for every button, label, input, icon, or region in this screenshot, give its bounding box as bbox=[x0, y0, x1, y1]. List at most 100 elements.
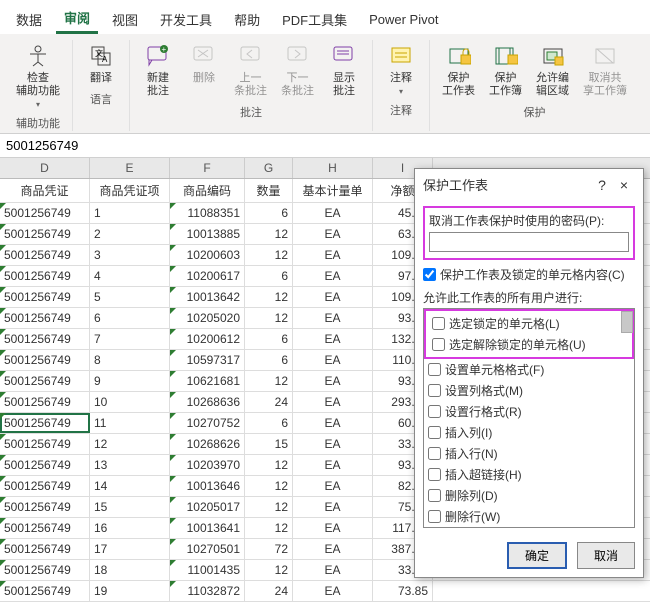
cell[interactable]: 5001256749 bbox=[0, 392, 90, 412]
col-head-G[interactable]: G bbox=[245, 158, 293, 178]
tab-审阅[interactable]: 审阅 bbox=[56, 4, 98, 34]
cell[interactable]: 16 bbox=[90, 518, 170, 538]
cell[interactable]: 24 bbox=[245, 581, 293, 601]
tab-开发工具[interactable]: 开发工具 bbox=[152, 6, 220, 33]
close-button[interactable]: × bbox=[613, 177, 635, 193]
cell[interactable]: 5001256749 bbox=[0, 560, 90, 580]
cell[interactable]: 10013646 bbox=[170, 476, 245, 496]
cell[interactable]: 6 bbox=[90, 308, 170, 328]
header-cell[interactable]: 商品凭证项 bbox=[90, 179, 170, 202]
translate-button[interactable]: 文A 翻译 bbox=[81, 40, 121, 87]
cell[interactable]: 10597317 bbox=[170, 350, 245, 370]
header-cell[interactable]: 商品编码 bbox=[170, 179, 245, 202]
permission-item[interactable]: 选定解除锁定的单元格(U) bbox=[428, 334, 630, 355]
cell[interactable]: 24 bbox=[245, 392, 293, 412]
cell[interactable]: 5001256749 bbox=[0, 224, 90, 244]
tab-数据[interactable]: 数据 bbox=[8, 6, 50, 33]
cell[interactable]: 10013641 bbox=[170, 518, 245, 538]
permission-item[interactable]: 插入列(I) bbox=[424, 422, 634, 443]
cell[interactable]: 5 bbox=[90, 287, 170, 307]
permission-item[interactable]: 设置列格式(M) bbox=[424, 380, 634, 401]
show-comments-button[interactable]: 显示 批注 bbox=[324, 40, 364, 100]
permission-checkbox[interactable] bbox=[428, 489, 441, 502]
cell[interactable]: 12 bbox=[245, 518, 293, 538]
cell[interactable]: 12 bbox=[245, 497, 293, 517]
permission-item[interactable]: 删除行(W) bbox=[424, 506, 634, 527]
cell[interactable]: 4 bbox=[90, 266, 170, 286]
permission-item[interactable]: 设置行格式(R) bbox=[424, 401, 634, 422]
col-head-E[interactable]: E bbox=[90, 158, 170, 178]
permission-checkbox[interactable] bbox=[432, 338, 445, 351]
password-input[interactable] bbox=[429, 232, 629, 252]
cell[interactable]: 10013885 bbox=[170, 224, 245, 244]
cell[interactable]: 5001256749 bbox=[0, 518, 90, 538]
cell[interactable]: 6 bbox=[245, 203, 293, 223]
prev-comment-button[interactable]: 上一 条批注 bbox=[230, 40, 271, 100]
cell[interactable]: 10200617 bbox=[170, 266, 245, 286]
cell[interactable]: 19 bbox=[90, 581, 170, 601]
cell[interactable]: EA bbox=[293, 350, 373, 370]
cell[interactable]: 12 bbox=[245, 224, 293, 244]
cell[interactable]: 10200603 bbox=[170, 245, 245, 265]
allow-edit-ranges-button[interactable]: 允许编 辑区域 bbox=[532, 40, 573, 100]
cell[interactable]: 5001256749 bbox=[0, 581, 90, 601]
cell[interactable]: 5001256749 bbox=[0, 329, 90, 349]
permission-checkbox[interactable] bbox=[432, 317, 445, 330]
cell[interactable]: 5001256749 bbox=[0, 476, 90, 496]
protect-sheet-button[interactable]: 保护 工作表 bbox=[438, 40, 479, 100]
cell[interactable]: 10203970 bbox=[170, 455, 245, 475]
cell[interactable]: 6 bbox=[245, 329, 293, 349]
ok-button[interactable]: 确定 bbox=[507, 542, 567, 569]
permission-checkbox[interactable] bbox=[428, 384, 441, 397]
cell[interactable]: 9 bbox=[90, 371, 170, 391]
cell[interactable]: 5001256749 bbox=[0, 455, 90, 475]
cell[interactable]: 12 bbox=[245, 245, 293, 265]
cell[interactable]: 12 bbox=[245, 308, 293, 328]
scrollbar-thumb[interactable] bbox=[621, 311, 633, 333]
cell[interactable]: EA bbox=[293, 371, 373, 391]
cell[interactable]: EA bbox=[293, 581, 373, 601]
check-accessibility-button[interactable]: 检查 辅助功能 ▾ bbox=[12, 40, 64, 111]
cell[interactable]: 10270501 bbox=[170, 539, 245, 559]
cell[interactable]: 5001256749 bbox=[0, 539, 90, 559]
cell[interactable]: EA bbox=[293, 245, 373, 265]
protect-contents-checkbox[interactable] bbox=[423, 268, 436, 281]
header-cell[interactable]: 基本计量单 bbox=[293, 179, 373, 202]
cell[interactable]: 12 bbox=[245, 287, 293, 307]
cell[interactable]: 14 bbox=[90, 476, 170, 496]
cell[interactable]: 10205020 bbox=[170, 308, 245, 328]
permission-item[interactable]: 排序(S) bbox=[424, 527, 634, 528]
cell[interactable]: EA bbox=[293, 497, 373, 517]
col-head-D[interactable]: D bbox=[0, 158, 90, 178]
cell[interactable]: 10621681 bbox=[170, 371, 245, 391]
cell[interactable]: EA bbox=[293, 392, 373, 412]
cell[interactable]: 6 bbox=[245, 413, 293, 433]
cell[interactable]: 73.85 bbox=[373, 581, 433, 601]
protect-contents-row[interactable]: 保护工作表及锁定的单元格内容(C) bbox=[423, 266, 635, 283]
cell[interactable]: 10205017 bbox=[170, 497, 245, 517]
permission-checkbox[interactable] bbox=[428, 426, 441, 439]
cell[interactable]: 1 bbox=[90, 203, 170, 223]
cell[interactable]: 5001256749 bbox=[0, 245, 90, 265]
permission-item[interactable]: 插入超链接(H) bbox=[424, 464, 634, 485]
tab-帮助[interactable]: 帮助 bbox=[226, 6, 268, 33]
unshare-workbook-button[interactable]: 取消共 享工作簿 bbox=[579, 40, 631, 100]
cell[interactable]: EA bbox=[293, 434, 373, 454]
cell[interactable]: 5001256749 bbox=[0, 266, 90, 286]
cell[interactable]: 12 bbox=[245, 476, 293, 496]
tab-Power Pivot[interactable]: Power Pivot bbox=[361, 8, 446, 31]
cell[interactable]: 10 bbox=[90, 392, 170, 412]
cell[interactable]: 5001256749 bbox=[0, 497, 90, 517]
cell[interactable]: EA bbox=[293, 224, 373, 244]
cell[interactable]: EA bbox=[293, 518, 373, 538]
cell[interactable]: EA bbox=[293, 476, 373, 496]
tab-视图[interactable]: 视图 bbox=[104, 6, 146, 33]
cell[interactable]: 10268636 bbox=[170, 392, 245, 412]
permission-item[interactable]: 设置单元格格式(F) bbox=[424, 359, 634, 380]
col-head-H[interactable]: H bbox=[293, 158, 373, 178]
permission-checkbox[interactable] bbox=[428, 510, 441, 523]
help-button[interactable]: ? bbox=[591, 177, 613, 193]
tab-PDF工具集[interactable]: PDF工具集 bbox=[274, 6, 355, 33]
cell[interactable]: 7 bbox=[90, 329, 170, 349]
cell[interactable]: EA bbox=[293, 266, 373, 286]
